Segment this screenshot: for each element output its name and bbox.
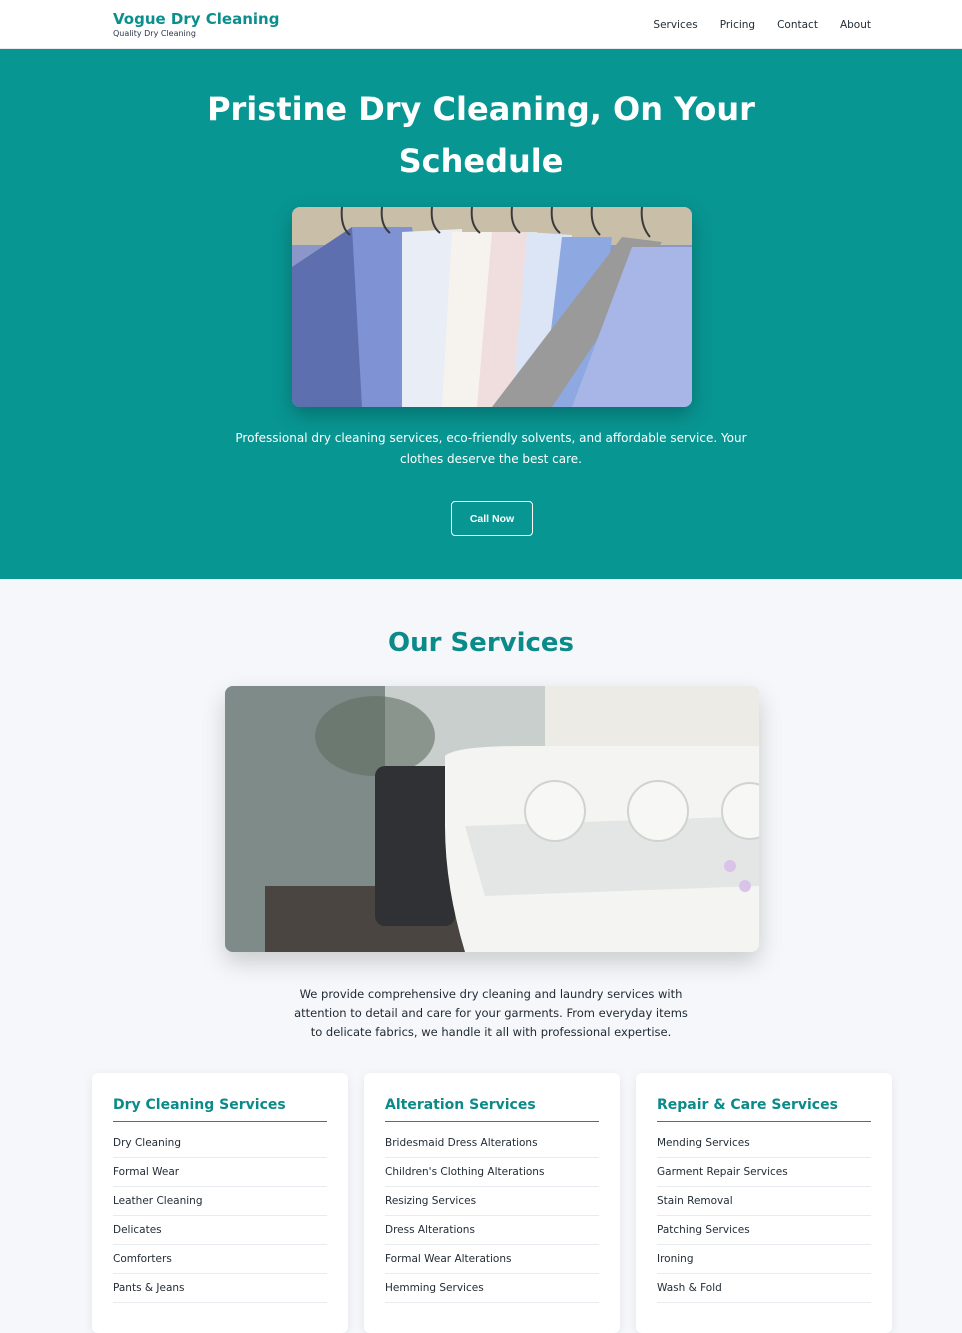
card-title: Repair & Care Services — [657, 1094, 871, 1122]
list-item: Resizing Services — [385, 1194, 599, 1216]
hero-section: Pristine Dry Cleaning, On Your Schedule … — [0, 49, 962, 579]
shirts-on-hangers-image — [292, 207, 692, 407]
main-nav: Services Pricing Contact About — [631, 18, 871, 32]
list-item: Dress Alterations — [385, 1223, 599, 1245]
list-item: Ironing — [657, 1252, 871, 1274]
list-item: Bridesmaid Dress Alterations — [385, 1136, 599, 1158]
list-item: Formal Wear Alterations — [385, 1252, 599, 1274]
list-item: Comforters — [113, 1252, 327, 1274]
sewing-machine-icon — [225, 686, 759, 952]
brand-tagline: Quality Dry Cleaning — [113, 29, 196, 38]
nav-link-about[interactable]: About — [840, 18, 871, 32]
card-dry-cleaning: Dry Cleaning Services Dry Cleaning Forma… — [92, 1073, 348, 1333]
list-item: Dry Cleaning — [113, 1136, 327, 1158]
brand-name[interactable]: Vogue Dry Cleaning — [113, 10, 279, 28]
brand[interactable]: Vogue Dry Cleaning Quality Dry Cleaning — [113, 10, 279, 39]
list-item: Pants & Jeans — [113, 1281, 327, 1303]
site-header: Vogue Dry Cleaning Quality Dry Cleaning … — [0, 0, 962, 49]
service-cards: Dry Cleaning Services Dry Cleaning Forma… — [92, 1073, 892, 1333]
service-list: Bridesmaid Dress Alterations Children's … — [385, 1136, 599, 1303]
nav-link-services[interactable]: Services — [653, 18, 697, 32]
card-title: Alteration Services — [385, 1094, 599, 1122]
service-list: Dry Cleaning Formal Wear Leather Cleanin… — [113, 1136, 327, 1303]
list-item: Stain Removal — [657, 1194, 871, 1216]
hero-title: Pristine Dry Cleaning, On Your Schedule — [207, 90, 755, 180]
list-item: Children's Clothing Alterations — [385, 1165, 599, 1187]
list-item: Formal Wear — [113, 1165, 327, 1187]
nav-link-pricing[interactable]: Pricing — [720, 18, 755, 32]
service-list: Mending Services Garment Repair Services… — [657, 1136, 871, 1303]
hero-description: Professional dry cleaning services, eco-… — [235, 431, 747, 466]
card-title: Dry Cleaning Services — [113, 1094, 327, 1122]
shirts-on-hangers-icon — [292, 207, 692, 407]
sewing-machine-image — [225, 686, 759, 952]
list-item: Hemming Services — [385, 1281, 599, 1303]
list-item: Delicates — [113, 1223, 327, 1245]
list-item: Leather Cleaning — [113, 1194, 327, 1216]
card-alterations: Alteration Services Bridesmaid Dress Alt… — [364, 1073, 620, 1333]
list-item: Mending Services — [657, 1136, 871, 1158]
list-item: Garment Repair Services — [657, 1165, 871, 1187]
services-title: Our Services — [387, 628, 575, 658]
nav-link-contact[interactable]: Contact — [777, 18, 818, 32]
services-description: We provide comprehensive dry cleaning an… — [294, 987, 688, 1039]
card-repair-care: Repair & Care Services Mending Services … — [636, 1073, 892, 1333]
list-item: Patching Services — [657, 1223, 871, 1245]
list-item: Wash & Fold — [657, 1281, 871, 1303]
call-now-button[interactable]: Call Now — [451, 501, 533, 536]
